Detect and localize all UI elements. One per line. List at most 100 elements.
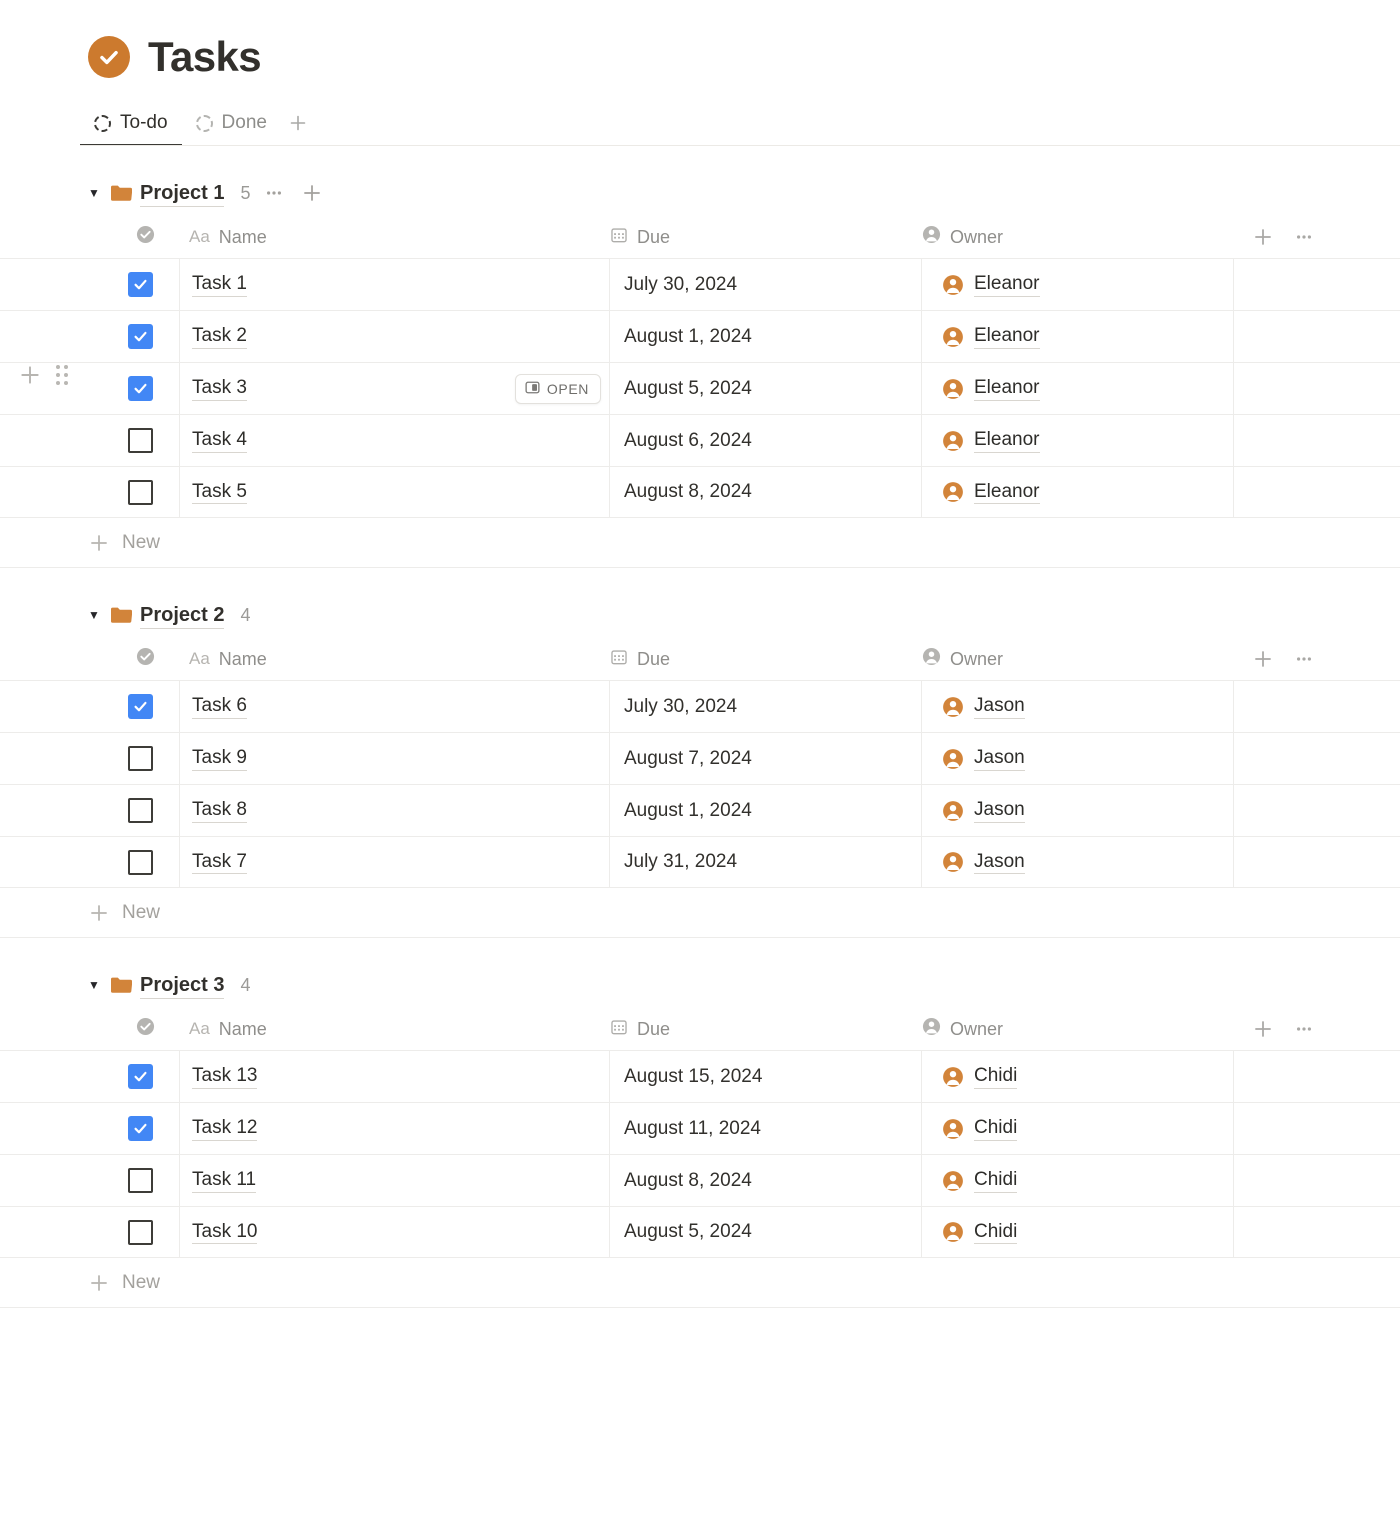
task-checkbox-checked[interactable] bbox=[128, 694, 153, 719]
cell-owner[interactable]: Eleanor bbox=[922, 415, 1234, 466]
column-header-due[interactable]: Due bbox=[610, 648, 922, 671]
column-header-name[interactable]: Aa Name bbox=[136, 1017, 610, 1041]
check-circle-icon bbox=[88, 36, 130, 78]
cell-owner[interactable]: Jason bbox=[922, 733, 1234, 784]
task-name-link[interactable]: Task 13 bbox=[192, 1064, 258, 1089]
task-checkbox-unchecked[interactable] bbox=[128, 428, 153, 453]
task-name-link[interactable]: Task 8 bbox=[192, 798, 247, 823]
task-name-link[interactable]: Task 9 bbox=[192, 746, 247, 771]
owner-name-link[interactable]: Eleanor bbox=[974, 272, 1040, 297]
task-checkbox-checked[interactable] bbox=[128, 1116, 153, 1141]
task-checkbox-checked[interactable] bbox=[128, 324, 153, 349]
cell-due[interactable]: August 5, 2024 bbox=[610, 1207, 922, 1257]
task-name-link[interactable]: Task 11 bbox=[192, 1168, 257, 1193]
task-name-link[interactable]: Task 6 bbox=[192, 694, 247, 719]
task-checkbox-unchecked[interactable] bbox=[128, 746, 153, 771]
add-column-button[interactable] bbox=[1252, 648, 1274, 670]
cell-due[interactable]: August 8, 2024 bbox=[610, 1155, 922, 1206]
cell-due[interactable]: July 30, 2024 bbox=[610, 681, 922, 732]
collapse-caret-icon[interactable]: ▼ bbox=[88, 608, 110, 622]
cell-due[interactable]: August 1, 2024 bbox=[610, 785, 922, 836]
owner-name-link[interactable]: Chidi bbox=[974, 1220, 1018, 1245]
cell-due[interactable]: August 1, 2024 bbox=[610, 311, 922, 362]
add-column-button[interactable] bbox=[1252, 226, 1274, 248]
new-row-button[interactable]: New bbox=[0, 1258, 1400, 1308]
collapse-caret-icon[interactable]: ▼ bbox=[88, 186, 110, 200]
task-name-link[interactable]: Task 4 bbox=[192, 428, 247, 453]
collapse-caret-icon[interactable]: ▼ bbox=[88, 978, 110, 992]
task-name-link[interactable]: Task 5 bbox=[192, 480, 247, 505]
cell-due[interactable]: August 5, 2024 bbox=[610, 363, 922, 414]
cell-due[interactable]: August 11, 2024 bbox=[610, 1103, 922, 1154]
column-header-owner[interactable]: Owner bbox=[922, 225, 1238, 249]
table-options-button[interactable] bbox=[1294, 1019, 1314, 1039]
cell-due[interactable]: August 15, 2024 bbox=[610, 1051, 922, 1102]
table-options-button[interactable] bbox=[1294, 227, 1314, 247]
open-button[interactable]: OPEN bbox=[514, 373, 601, 404]
task-name-link[interactable]: Task 1 bbox=[192, 272, 247, 297]
cell-due[interactable]: July 31, 2024 bbox=[610, 837, 922, 887]
owner-name-link[interactable]: Chidi bbox=[974, 1168, 1018, 1193]
owner-name-link[interactable]: Eleanor bbox=[974, 480, 1040, 505]
table-options-button[interactable] bbox=[1294, 649, 1314, 669]
column-header-name[interactable]: Aa Name bbox=[136, 225, 610, 249]
task-name-link[interactable]: Task 3 bbox=[192, 376, 247, 401]
cell-owner[interactable]: Eleanor bbox=[922, 311, 1234, 362]
add-tab-button[interactable] bbox=[281, 100, 315, 146]
cell-name: Task 2 bbox=[180, 311, 610, 362]
cell-owner[interactable]: Chidi bbox=[922, 1103, 1234, 1154]
task-name-link[interactable]: Task 7 bbox=[192, 850, 247, 875]
task-checkbox-checked[interactable] bbox=[128, 376, 153, 401]
column-header-name[interactable]: Aa Name bbox=[136, 647, 610, 671]
owner-name-link[interactable]: Jason bbox=[974, 798, 1025, 823]
owner-name-link[interactable]: Eleanor bbox=[974, 428, 1040, 453]
add-row-icon[interactable] bbox=[18, 363, 42, 387]
owner-name-link[interactable]: Eleanor bbox=[974, 376, 1040, 401]
owner-name-link[interactable]: Jason bbox=[974, 694, 1025, 719]
project-name-link[interactable]: Project 2 bbox=[140, 602, 225, 629]
column-header-due[interactable]: Due bbox=[610, 1018, 922, 1041]
tab-done[interactable]: Done bbox=[182, 100, 281, 146]
owner-name-link[interactable]: Eleanor bbox=[974, 324, 1040, 349]
owner-name-link[interactable]: Chidi bbox=[974, 1064, 1018, 1089]
cell-owner[interactable]: Eleanor bbox=[922, 363, 1234, 414]
task-checkbox-checked[interactable] bbox=[128, 1064, 153, 1089]
task-checkbox-unchecked[interactable] bbox=[128, 479, 153, 505]
owner-name-link[interactable]: Jason bbox=[974, 850, 1025, 875]
cell-due[interactable]: July 30, 2024 bbox=[610, 259, 922, 310]
task-name-link[interactable]: Task 12 bbox=[192, 1116, 258, 1141]
new-row-button[interactable]: New bbox=[0, 518, 1400, 568]
cell-owner[interactable]: Eleanor bbox=[922, 259, 1234, 310]
task-name-link[interactable]: Task 2 bbox=[192, 324, 247, 349]
new-row-button[interactable]: New bbox=[0, 888, 1400, 938]
tab-todo[interactable]: To-do bbox=[80, 100, 182, 146]
cell-owner[interactable]: Eleanor bbox=[922, 467, 1234, 517]
task-checkbox-unchecked[interactable] bbox=[128, 1168, 153, 1193]
cell-owner[interactable]: Chidi bbox=[922, 1207, 1234, 1257]
task-checkbox-checked[interactable] bbox=[128, 272, 153, 297]
owner-name-link[interactable]: Jason bbox=[974, 746, 1025, 771]
column-header-owner[interactable]: Owner bbox=[922, 1017, 1238, 1041]
column-header-due-label: Due bbox=[637, 226, 671, 247]
project-name-link[interactable]: Project 3 bbox=[140, 972, 225, 999]
cell-owner[interactable]: Jason bbox=[922, 681, 1234, 732]
cell-due[interactable]: August 7, 2024 bbox=[610, 733, 922, 784]
task-name-link[interactable]: Task 10 bbox=[192, 1220, 258, 1245]
owner-name-link[interactable]: Chidi bbox=[974, 1116, 1018, 1141]
drag-grip-icon[interactable] bbox=[56, 365, 68, 385]
cell-owner[interactable]: Jason bbox=[922, 837, 1234, 887]
project-add-task-button[interactable] bbox=[297, 178, 327, 208]
cell-owner[interactable]: Jason bbox=[922, 785, 1234, 836]
cell-due[interactable]: August 6, 2024 bbox=[610, 415, 922, 466]
cell-due[interactable]: August 8, 2024 bbox=[610, 467, 922, 517]
column-header-due[interactable]: Due bbox=[610, 226, 922, 249]
project-options-button[interactable] bbox=[259, 178, 289, 208]
task-checkbox-unchecked[interactable] bbox=[128, 798, 153, 823]
project-name-link[interactable]: Project 1 bbox=[140, 180, 225, 207]
column-header-owner[interactable]: Owner bbox=[922, 647, 1238, 671]
cell-owner[interactable]: Chidi bbox=[922, 1155, 1234, 1206]
task-checkbox-unchecked[interactable] bbox=[128, 849, 153, 875]
cell-owner[interactable]: Chidi bbox=[922, 1051, 1234, 1102]
task-checkbox-unchecked[interactable] bbox=[128, 1219, 153, 1245]
add-column-button[interactable] bbox=[1252, 1018, 1274, 1040]
